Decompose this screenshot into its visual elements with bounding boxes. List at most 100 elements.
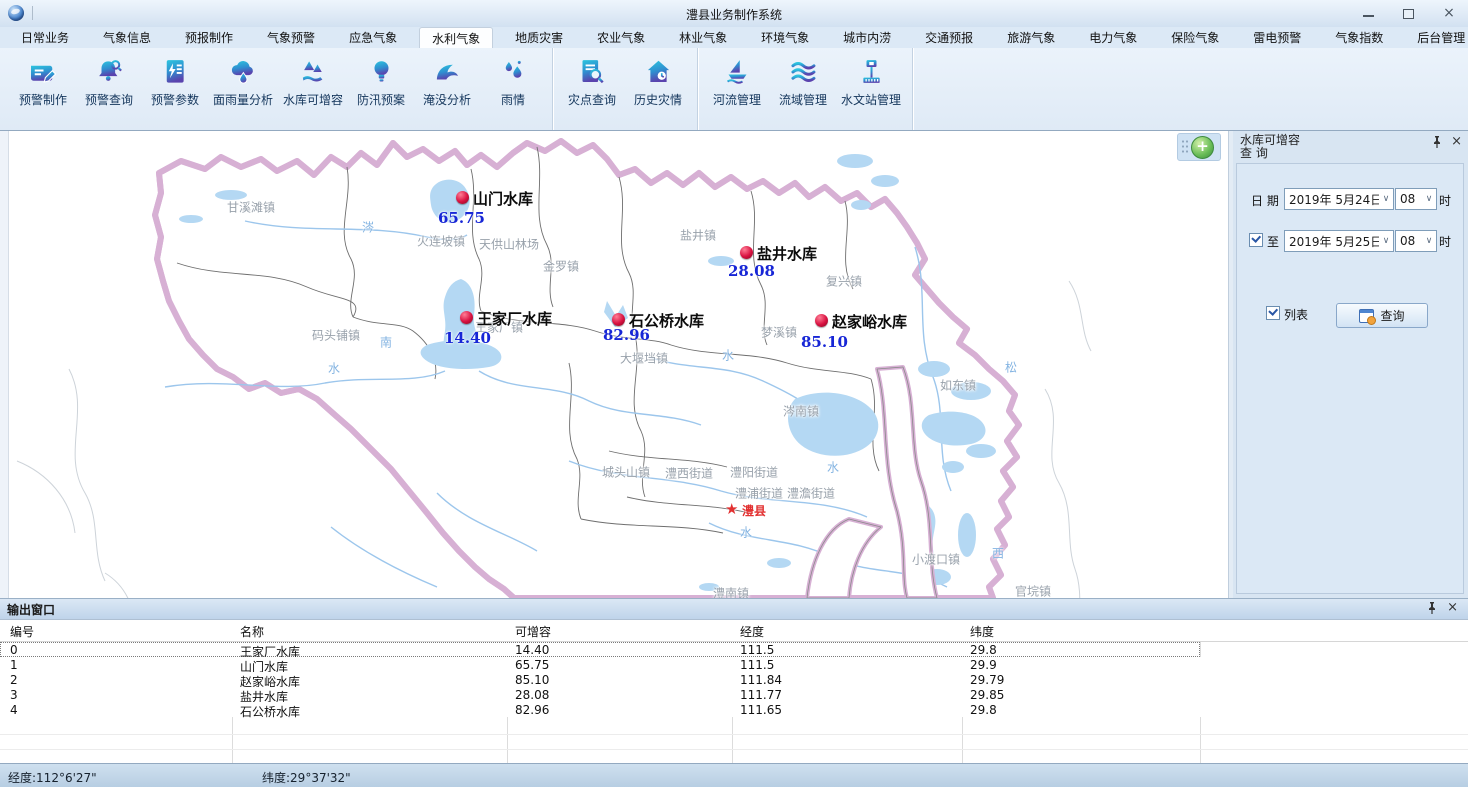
status-latitude: 纬度:29°37'32": [262, 769, 351, 786]
town-label: 梦溪镇: [761, 324, 797, 341]
menu-item-tourism[interactable]: 旅游气象: [995, 27, 1067, 48]
col-header-latitude[interactable]: 纬度: [970, 623, 994, 640]
town-label: 甘溪滩镇: [227, 199, 275, 216]
area-rain-analysis-button[interactable]: 面雨量分析: [208, 55, 278, 110]
card-pencil-icon: [28, 57, 59, 87]
reservoir-value: 85.10: [801, 333, 848, 351]
zoom-in-button[interactable]: +: [1191, 136, 1214, 159]
basin-manage-button[interactable]: 流域管理: [770, 55, 836, 110]
toolbar-label: 淹没分析: [423, 91, 471, 108]
start-hour-select[interactable]: 08 ∨: [1395, 188, 1437, 210]
warning-make-button[interactable]: 预警制作: [10, 55, 76, 110]
minimize-button[interactable]: [1360, 5, 1378, 21]
menu-item-forecast[interactable]: 预报制作: [173, 27, 245, 48]
table-row[interactable]: 3 盐井水库 28.08 111.77 29.85: [0, 687, 1468, 702]
menu-item-environment[interactable]: 环境气象: [749, 27, 821, 48]
reservoir-marker[interactable]: [612, 313, 625, 326]
menu-item-hydrology[interactable]: 水利气象: [419, 27, 493, 48]
application-window: 澧县业务制作系统 × 日常业务 气象信息 预报制作 气象预警 应急气象 水利气象…: [0, 0, 1468, 787]
pin-icon[interactable]: [1432, 136, 1442, 148]
menu-item-urban-flood[interactable]: 城市内涝: [831, 27, 903, 48]
toolbar-label: 预警参数: [151, 91, 199, 108]
menu-item-weather-info[interactable]: 气象信息: [91, 27, 163, 48]
river-manage-button[interactable]: 河流管理: [704, 55, 770, 110]
menu-bar: 日常业务 气象信息 预报制作 气象预警 应急气象 水利气象 地质灾害 农业气象 …: [0, 27, 1468, 48]
query-form: 日 期 2019年 5月24日 ∨ 08 ∨ 时 至 2019年 5月25日 ∨: [1236, 163, 1464, 594]
output-header: 输出窗口: [0, 598, 1468, 620]
house-history-icon: [643, 57, 674, 87]
doc-search-icon: [577, 57, 608, 87]
river-label: 水: [740, 524, 752, 541]
to-checkbox[interactable]: [1249, 233, 1263, 247]
reservoir-value: 14.40: [444, 329, 491, 347]
toolbar-label: 河流管理: [713, 91, 761, 108]
col-header-longitude[interactable]: 经度: [740, 623, 764, 640]
table-row[interactable]: 2 赵家峪水库 85.10 111.84 29.79: [0, 672, 1468, 687]
disaster-point-query-button[interactable]: 灾点查询: [559, 55, 625, 110]
list-checkbox[interactable]: [1266, 306, 1280, 320]
sailboat-icon: [722, 57, 753, 87]
main-area: 甘溪滩镇 火连坡镇 天供山林场 金罗镇 盐井镇 复兴镇 码头铺镇 王家厂镇 梦溪…: [0, 131, 1468, 598]
end-date-select[interactable]: 2019年 5月25日 ∨: [1284, 230, 1394, 252]
doc-bolt-icon: [160, 57, 191, 87]
menu-item-agriculture[interactable]: 农业气象: [585, 27, 657, 48]
menu-item-emergency[interactable]: 应急气象: [337, 27, 409, 48]
reservoir-marker[interactable]: [460, 311, 473, 324]
town-label: 涔南镇: [783, 403, 819, 420]
empty-row: [0, 749, 1468, 763]
flood-plan-button[interactable]: 防汛预案: [348, 55, 414, 110]
output-close-icon[interactable]: ×: [1447, 602, 1458, 614]
reservoir-name: 山门水库: [473, 188, 533, 209]
reservoir-marker[interactable]: [815, 314, 828, 327]
close-button[interactable]: ×: [1440, 5, 1458, 21]
pin-icon[interactable]: [1427, 602, 1437, 614]
rain-condition-button[interactable]: 雨情: [480, 55, 546, 110]
cloud-rain-icon: [228, 57, 259, 87]
warning-params-button[interactable]: 预警参数: [142, 55, 208, 110]
menu-item-index[interactable]: 气象指数: [1323, 27, 1395, 48]
hydrostation-manage-button[interactable]: 水文站管理: [836, 55, 906, 110]
town-label: 码头铺镇: [312, 327, 360, 344]
warning-query-button[interactable]: 预警查询: [76, 55, 142, 110]
to-label: 至: [1267, 233, 1279, 250]
menu-item-admin[interactable]: 后台管理: [1405, 27, 1468, 48]
drag-handle-icon[interactable]: [1181, 139, 1189, 155]
menu-item-lightning[interactable]: 雷电预警: [1241, 27, 1313, 48]
col-header-name[interactable]: 名称: [240, 623, 264, 640]
menu-item-power[interactable]: 电力气象: [1077, 27, 1149, 48]
raindrops-icon: [498, 57, 529, 87]
table-row[interactable]: 4 石公桥水库 82.96 111.65 29.8: [0, 702, 1468, 717]
col-header-capacity[interactable]: 可增容: [515, 623, 551, 640]
river-label: 西: [992, 545, 1004, 562]
menu-item-insurance[interactable]: 保险气象: [1159, 27, 1231, 48]
toolbar-label: 水库可增容: [283, 91, 343, 108]
toolbar-label: 水文站管理: [841, 91, 901, 108]
restore-button[interactable]: [1400, 5, 1418, 21]
inundation-analysis-button[interactable]: 淹没分析: [414, 55, 480, 110]
chevron-down-icon: ∨: [1422, 236, 1436, 246]
table-row[interactable]: 1 山门水库 65.75 111.5 29.9: [0, 657, 1468, 672]
panel-close-icon[interactable]: ×: [1451, 136, 1462, 148]
col-header-id[interactable]: 编号: [10, 623, 34, 640]
menu-item-geology[interactable]: 地质灾害: [503, 27, 575, 48]
end-hour-select[interactable]: 08 ∨: [1395, 230, 1437, 252]
toolbar-label: 雨情: [501, 91, 525, 108]
waves-icon: [788, 57, 819, 87]
menu-item-warning[interactable]: 气象预警: [255, 27, 327, 48]
toolbar-group-disaster: 灾点查询 历史灾情: [553, 48, 698, 130]
menu-item-forestry[interactable]: 林业气象: [667, 27, 739, 48]
reservoir-capacity-button[interactable]: 水库可增容: [278, 55, 348, 110]
menu-item-daily[interactable]: 日常业务: [9, 27, 81, 48]
town-label: 澧浦街道: [735, 485, 783, 502]
query-button[interactable]: 查询: [1336, 303, 1428, 328]
map-canvas[interactable]: 甘溪滩镇 火连坡镇 天供山林场 金罗镇 盐井镇 复兴镇 码头铺镇 王家厂镇 梦溪…: [8, 131, 1229, 598]
toolbar: 预警制作 预警查询 预警参数 面雨量分析 水库可增容 防汛预案: [0, 48, 1468, 131]
disaster-history-button[interactable]: 历史灾情: [625, 55, 691, 110]
reservoir-marker[interactable]: [740, 246, 753, 259]
table-row[interactable]: 0 王家厂水库 14.40 111.5 29.8: [0, 642, 1200, 657]
menu-item-traffic[interactable]: 交通预报: [913, 27, 985, 48]
gauge-station-icon: [856, 57, 887, 87]
start-date-select[interactable]: 2019年 5月24日 ∨: [1284, 188, 1394, 210]
reservoir-marker[interactable]: [456, 191, 469, 204]
river-label: 水: [722, 347, 734, 364]
